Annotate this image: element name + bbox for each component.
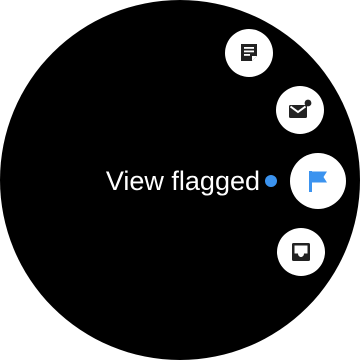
flag-icon — [309, 171, 327, 192]
watch-screen: View flagged — [0, 0, 360, 360]
inbox-button[interactable] — [277, 228, 325, 276]
new-mail-button[interactable] — [276, 86, 324, 134]
note-icon — [241, 44, 257, 61]
view-flagged-button[interactable] — [290, 153, 346, 209]
memo-button[interactable] — [225, 29, 273, 77]
selection-indicator-dot — [265, 175, 277, 187]
inbox-icon — [292, 243, 310, 261]
new-mail-icon — [289, 99, 312, 118]
selected-item-label: View flagged — [105, 166, 260, 196]
